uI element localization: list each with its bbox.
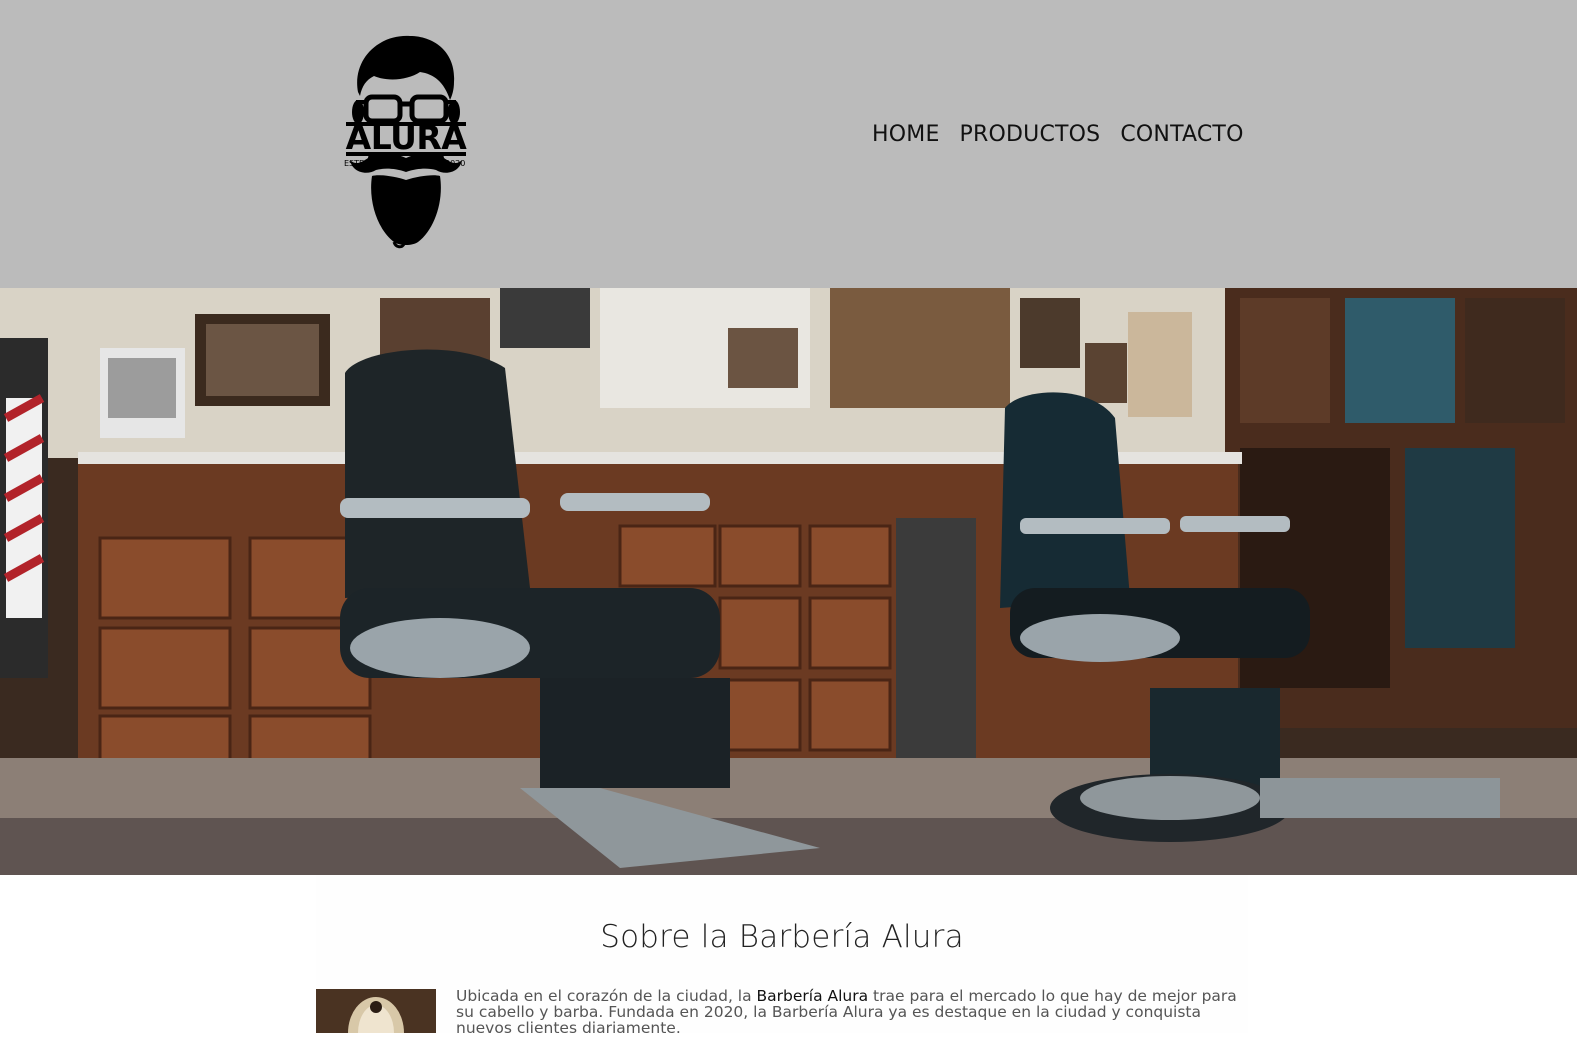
logo-estd: ESTD	[344, 159, 366, 168]
nav-productos-link[interactable]: PRODUCTOS	[960, 118, 1101, 152]
shaving-brush-photo	[316, 989, 436, 1033]
nav-contacto-link[interactable]: CONTACTO	[1120, 118, 1243, 152]
hero-banner	[0, 288, 1577, 875]
site-header: ALURA ESTD 2020 HOME PRODUCTOS CONTACTO	[0, 0, 1577, 288]
about-section: Sobre la Barbería Alura Ubicada en el co…	[316, 875, 1248, 1036]
logo-year: 2020	[445, 159, 466, 168]
about-image	[316, 989, 436, 1033]
nav-home-link[interactable]: HOME	[872, 118, 940, 152]
main-nav: HOME PRODUCTOS CONTACTO	[872, 118, 1264, 152]
about-text: Ubicada en el corazón de la ciudad, la B…	[456, 988, 1248, 1036]
about-title: Sobre la Barbería Alura	[600, 919, 964, 955]
logo[interactable]: ALURA ESTD 2020	[338, 30, 474, 252]
logo-wordmark: ALURA	[345, 118, 467, 157]
barbershop-interior-photo	[0, 288, 1577, 875]
